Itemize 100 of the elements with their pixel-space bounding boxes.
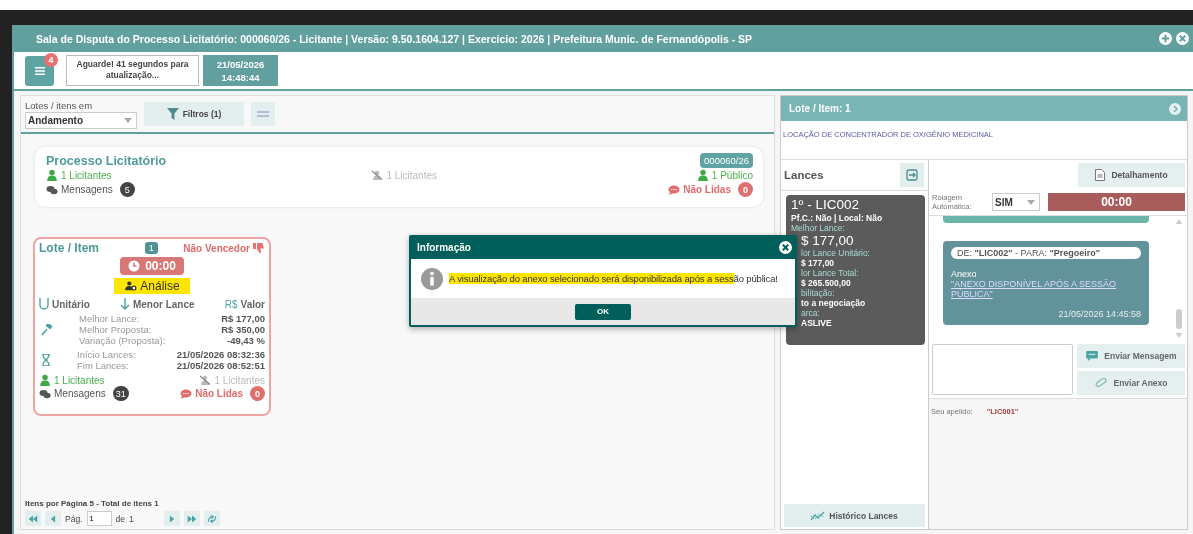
process-number-badge: 000060/26 (700, 153, 753, 168)
paperclip-icon (1094, 378, 1109, 388)
page-of-label: de (115, 513, 125, 524)
criterion-label: Menor Lance (119, 298, 195, 310)
criterion-label: Unitário (39, 298, 90, 310)
last-page-button[interactable] (183, 511, 200, 526)
person-icon (46, 169, 58, 181)
bid-detail: $ 265.500,00 (800, 278, 852, 288)
menu-icon (32, 65, 47, 76)
field-label: Fim Lances: (77, 360, 130, 371)
refresh-icon (206, 514, 217, 523)
unread-count-badge: 0 (738, 182, 753, 197)
field-label: Variação (Proposta): (79, 335, 167, 346)
total-pages: 1 (128, 513, 134, 524)
message-header: DE: "LIC002" - PARA: "Pregoeiro" (951, 247, 1141, 259)
bid-detail: Pf.C.: Não | Local: Não (791, 213, 884, 223)
bid-label: Melhor Lance: (791, 223, 846, 233)
person-icon (696, 169, 709, 181)
close-icon (1176, 32, 1189, 45)
field-value: -49,43 % (225, 335, 265, 346)
countdown-timer: 00:00 (120, 257, 184, 275)
first-page-icon (28, 514, 38, 523)
lot-number-badge: 1 (144, 242, 158, 254)
status-dropdown[interactable]: Andamento (25, 112, 137, 129)
scroll-thumb[interactable] (1176, 309, 1182, 329)
criterion-label: R$ Valor (224, 298, 265, 310)
bid-history-button[interactable]: Histórico Lances (784, 504, 925, 527)
messages-count-badge: 5 (119, 182, 135, 197)
bids-title: Lances (784, 169, 824, 181)
chat-timer: 00:00 (1048, 193, 1185, 211)
funnel-icon (166, 108, 179, 120)
thumbs-down-icon (253, 242, 265, 254)
refresh-button[interactable] (203, 511, 220, 526)
notification-badge: 4 (44, 52, 58, 67)
export-button[interactable] (900, 163, 924, 187)
lot-card[interactable] (33, 237, 271, 416)
message-input[interactable] (932, 344, 1073, 395)
bid-detail: ASLIVE (800, 318, 833, 328)
first-page-button[interactable] (25, 511, 41, 526)
clock-icon (128, 260, 141, 272)
previous-page-button[interactable] (45, 511, 61, 526)
chat-bubbles-icon (39, 388, 51, 399)
inactive-bidders-count: 1 Licitantes (371, 169, 437, 181)
caret-down-icon (124, 118, 132, 123)
process-title: Processo Licitatório (46, 153, 167, 168)
ok-button[interactable]: OK (575, 303, 631, 320)
last-page-icon (186, 514, 197, 523)
speech-bubble-icon (668, 184, 681, 195)
field-label: Melhor Lance: (79, 313, 141, 324)
bid-detail: $ 177,00 (800, 258, 836, 268)
equals-icon (257, 108, 269, 120)
dialog-title: Informação (417, 241, 471, 253)
unread-label: Não Lidas (668, 184, 731, 195)
field-value: 21/05/2026 08:52:51 (176, 360, 265, 371)
details-button[interactable]: Detalhamento (1078, 163, 1185, 187)
hourglass-icon (41, 354, 51, 366)
field-label: Início Lances: (77, 349, 137, 360)
line-chart-icon (811, 510, 826, 521)
bid-label: bilitação: (800, 288, 836, 298)
next-page-button[interactable] (163, 511, 180, 526)
caret-down-icon (1027, 199, 1035, 205)
panel-title: Lote / Item: 1 (789, 103, 851, 114)
bid-detail: to a negociação (800, 298, 867, 308)
exit-icon (906, 169, 918, 181)
gavel-icon (41, 323, 53, 336)
status-label: Análise (114, 278, 190, 294)
send-message-button[interactable]: Enviar Mensagem (1077, 344, 1185, 368)
inactive-bidders-count: 1 Licitantes (199, 374, 265, 386)
scroll-down-icon (1175, 333, 1183, 338)
arrow-down-icon (119, 298, 130, 310)
filter-label: Lotes / itens em (25, 100, 94, 112)
pagination-summary: Itens por Página 5 - Total de itens 1 (25, 499, 160, 508)
chat-screen-icon (1085, 351, 1100, 361)
unread-label: Não Lidas (180, 388, 243, 399)
bidders-count: 1 Licitantes (46, 169, 112, 181)
person-icon (39, 374, 51, 386)
field-value: R$ 177,00 (221, 313, 265, 324)
refresh-notice: Aguarde! 41 segundos para atualização... (66, 55, 199, 86)
unread-count-badge: 0 (250, 386, 265, 401)
public-count: 1 Público (696, 169, 753, 181)
bid-rank: 1º - LIC002 (791, 197, 860, 213)
filters-button[interactable]: Filtros (1) (144, 102, 244, 126)
list-view-button[interactable] (251, 102, 275, 126)
field-value: 21/05/2026 08:32:36 (176, 349, 265, 360)
magnet-icon (39, 298, 49, 310)
autoscroll-dropdown[interactable]: SIM (992, 193, 1040, 211)
previous-page-icon (48, 514, 58, 523)
message-time: 21/05/2026 14:45:58 (1057, 309, 1141, 319)
send-attachment-button[interactable]: Enviar Anexo (1077, 371, 1185, 395)
info-icon (421, 267, 443, 290)
field-value: R$ 350,00 (221, 324, 265, 335)
chat-bubbles-icon (46, 184, 58, 195)
close-icon (779, 240, 792, 254)
person-crossed-icon (371, 170, 384, 180)
person-crossed-icon (199, 375, 212, 385)
plus-circle-icon (1159, 32, 1172, 45)
scroll-up-icon (1175, 219, 1183, 224)
field-label: Melhor Proposta: (79, 324, 153, 335)
lot-title: Lote / Item (39, 241, 99, 255)
speech-bubble-icon (180, 388, 193, 399)
